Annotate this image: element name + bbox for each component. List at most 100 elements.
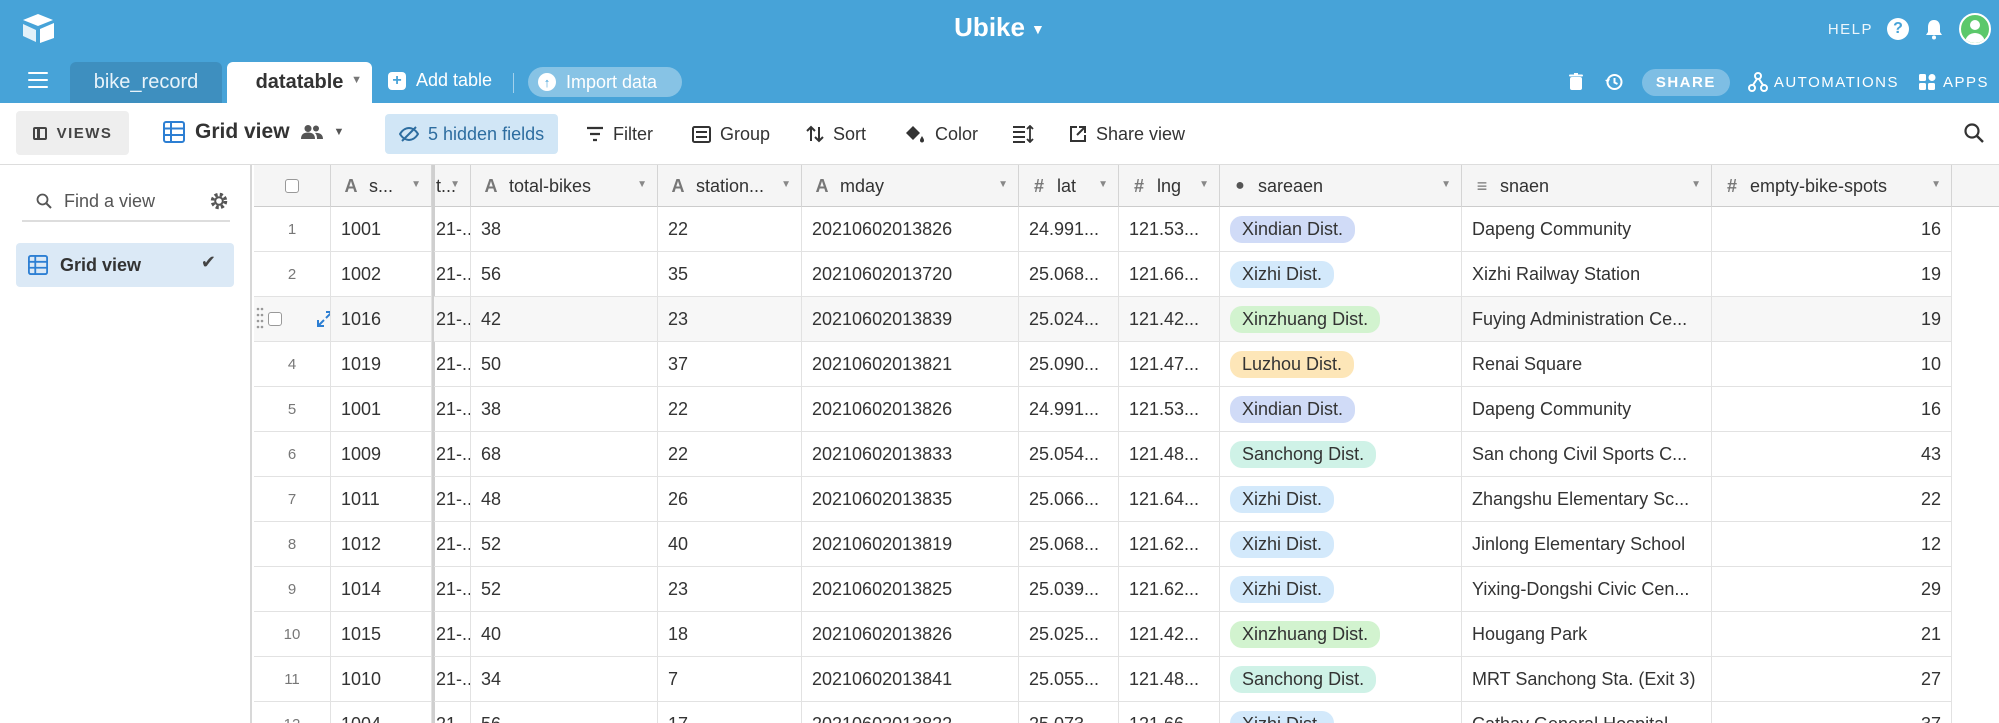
cell-t[interactable]: 21-...	[434, 297, 471, 342]
cell-t[interactable]: 21-...	[434, 387, 471, 432]
cell-area[interactable]: Xizhi Dist.	[1220, 702, 1462, 723]
cell-sno[interactable]: 1009	[331, 432, 432, 477]
cell-lng[interactable]: 121.48...	[1119, 657, 1220, 702]
cell-name[interactable]: Jinlong Elementary School	[1462, 522, 1712, 567]
cell-station[interactable]: 35	[658, 252, 802, 297]
cell-name[interactable]: Zhangshu Elementary Sc...	[1462, 477, 1712, 522]
cell-station[interactable]: 18	[658, 612, 802, 657]
column-header-empty[interactable]: # empty-bike-spots ▼	[1712, 165, 1952, 207]
add-table-button[interactable]: + Add table	[388, 70, 492, 91]
chevron-down-icon[interactable]: ▼	[1691, 179, 1701, 190]
row-number-cell[interactable]: 1	[254, 207, 331, 252]
cell-total[interactable]: 40	[471, 612, 658, 657]
row-number-cell[interactable]: 10	[254, 612, 331, 657]
chevron-down-icon[interactable]: ▼	[450, 179, 460, 190]
cell-mday[interactable]: 20210602013826	[802, 207, 1019, 252]
cell-lng[interactable]: 121.48...	[1119, 432, 1220, 477]
cell-area[interactable]: Xinzhuang Dist.	[1220, 612, 1462, 657]
bell-icon[interactable]	[1923, 18, 1945, 40]
base-name-menu[interactable]: Ubike ▼	[954, 12, 1045, 42]
drag-handle-icon[interactable]	[256, 305, 264, 333]
cell-total[interactable]: 56	[471, 702, 658, 723]
find-view-field[interactable]: Find a view	[22, 182, 230, 222]
row-number-cell[interactable]: 6	[254, 432, 331, 477]
sidebar-item-grid-view[interactable]: Grid view ✔	[16, 243, 234, 287]
cell-name[interactable]: Xizhi Railway Station	[1462, 252, 1712, 297]
cell-empty[interactable]: 37	[1712, 702, 1952, 723]
tab-bike-record[interactable]: bike_record	[70, 62, 222, 103]
cell-mday[interactable]: 20210602013841	[802, 657, 1019, 702]
cell-sno[interactable]: 1012	[331, 522, 432, 567]
column-header-sno[interactable]: As... ▼	[331, 165, 432, 207]
cell-name[interactable]: San chong Civil Sports C...	[1462, 432, 1712, 477]
cell-empty[interactable]: 21	[1712, 612, 1952, 657]
cell-mday[interactable]: 20210602013833	[802, 432, 1019, 477]
cell-empty[interactable]: 10	[1712, 342, 1952, 387]
chevron-down-icon[interactable]: ▼	[1441, 179, 1451, 190]
cell-lat[interactable]: 25.068...	[1019, 522, 1119, 567]
cell-lng[interactable]: 121.66...	[1119, 702, 1220, 723]
cell-sno[interactable]: 1002	[331, 252, 432, 297]
sort-button[interactable]: Sort	[806, 120, 866, 148]
share-button[interactable]: SHARE	[1641, 68, 1730, 96]
cell-t[interactable]: 21-...	[434, 477, 471, 522]
cell-t[interactable]: 21-...	[434, 432, 471, 477]
row-number-cell[interactable]: 12	[254, 702, 331, 723]
column-header-total[interactable]: Atotal-bikes ▼	[471, 165, 658, 207]
cell-total[interactable]: 34	[471, 657, 658, 702]
cell-mday[interactable]: 20210602013819	[802, 522, 1019, 567]
cell-sno[interactable]: 1016	[331, 297, 432, 342]
gear-icon[interactable]	[208, 190, 230, 212]
history-icon[interactable]	[1604, 72, 1624, 92]
row-number-cell[interactable]: 9	[254, 567, 331, 612]
cell-t[interactable]: 21-...	[434, 702, 471, 723]
chevron-down-icon[interactable]: ▼	[637, 179, 647, 190]
cell-lng[interactable]: 121.53...	[1119, 207, 1220, 252]
chevron-down-icon[interactable]: ▼	[781, 179, 791, 190]
cell-sno[interactable]: 1015	[331, 612, 432, 657]
cell-total[interactable]: 42	[471, 297, 658, 342]
cell-lng[interactable]: 121.42...	[1119, 297, 1220, 342]
cell-mday[interactable]: 20210602013825	[802, 567, 1019, 612]
cell-t[interactable]: 21-...	[434, 612, 471, 657]
chevron-down-icon[interactable]: ▼	[998, 179, 1008, 190]
cell-lat[interactable]: 25.055...	[1019, 657, 1119, 702]
cell-lat[interactable]: 25.066...	[1019, 477, 1119, 522]
cell-area[interactable]: Xindian Dist.	[1220, 387, 1462, 432]
apps-button[interactable]: APPS	[1917, 72, 1989, 92]
cell-area[interactable]: Xindian Dist.	[1220, 207, 1462, 252]
cell-t[interactable]: 21-...	[434, 207, 471, 252]
cell-total[interactable]: 48	[471, 477, 658, 522]
cell-station[interactable]: 22	[658, 432, 802, 477]
cell-lng[interactable]: 121.42...	[1119, 612, 1220, 657]
cell-lng[interactable]: 121.62...	[1119, 567, 1220, 612]
cell-station[interactable]: 23	[658, 297, 802, 342]
expand-record-icon[interactable]	[316, 310, 331, 328]
row-checkbox[interactable]	[268, 312, 282, 326]
cell-total[interactable]: 38	[471, 387, 658, 432]
cell-station[interactable]: 37	[658, 342, 802, 387]
cell-station[interactable]: 23	[658, 567, 802, 612]
cell-name[interactable]: Hougang Park	[1462, 612, 1712, 657]
current-view-switcher[interactable]: Grid view ▼	[163, 120, 344, 144]
cell-station[interactable]: 40	[658, 522, 802, 567]
cell-lng[interactable]: 121.64...	[1119, 477, 1220, 522]
cell-station[interactable]: 22	[658, 387, 802, 432]
cell-total[interactable]: 68	[471, 432, 658, 477]
cell-name[interactable]: Dapeng Community	[1462, 207, 1712, 252]
cell-empty[interactable]: 16	[1712, 387, 1952, 432]
cell-name[interactable]: Renai Square	[1462, 342, 1712, 387]
cell-mday[interactable]: 20210602013720	[802, 252, 1019, 297]
cell-lat[interactable]: 25.039...	[1019, 567, 1119, 612]
cell-mday[interactable]: 20210602013826	[802, 612, 1019, 657]
cell-lat[interactable]: 25.073...	[1019, 702, 1119, 723]
cell-total[interactable]: 56	[471, 252, 658, 297]
cell-mday[interactable]: 20210602013822	[802, 702, 1019, 723]
cell-total[interactable]: 52	[471, 567, 658, 612]
cell-station[interactable]: 7	[658, 657, 802, 702]
row-number-cell[interactable]: 5	[254, 387, 331, 432]
cell-empty[interactable]: 27	[1712, 657, 1952, 702]
cell-empty[interactable]: 29	[1712, 567, 1952, 612]
cell-area[interactable]: Xizhi Dist.	[1220, 252, 1462, 297]
column-header-name[interactable]: ≡ snaen ▼	[1462, 165, 1712, 207]
